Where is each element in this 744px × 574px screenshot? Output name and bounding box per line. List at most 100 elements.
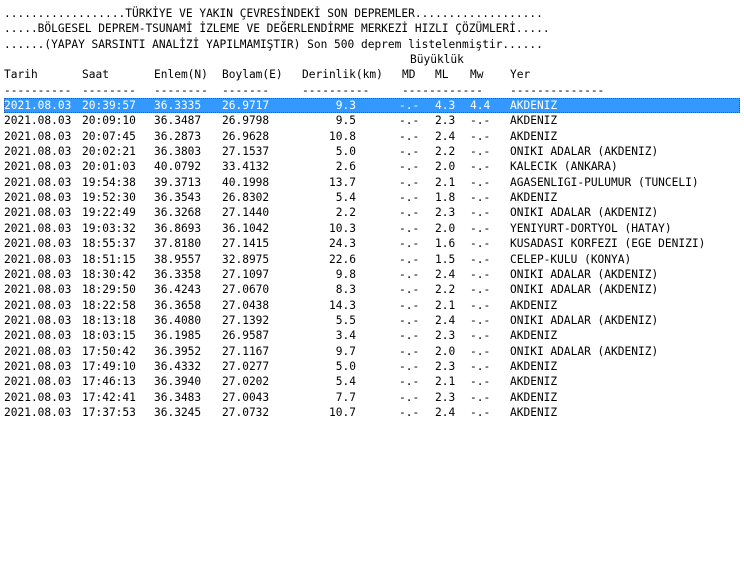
cell-mw: -.-	[470, 206, 491, 220]
cell-ml: 2.2	[435, 145, 456, 159]
cell-md: -.-	[399, 221, 420, 235]
cell-mw: -.-	[470, 237, 491, 251]
table-row[interactable]: 2021.08.03 18:29:50 36.4243 27.0670 8.3 …	[4, 282, 740, 297]
cell-time: 20:02:21	[82, 145, 136, 159]
cell-lon: 27.0277	[222, 359, 270, 373]
cell-lat: 36.3543	[154, 191, 202, 205]
cell-place: AKDENIZ	[510, 390, 558, 404]
table-row[interactable]: 2021.08.03 17:49:10 36.4332 27.0277 5.0 …	[4, 359, 740, 374]
table-row[interactable]: 2021.08.03 18:03:15 36.1985 26.9587 3.4 …	[4, 328, 740, 343]
table-row[interactable]: 2021.08.03 19:54:38 39.3713 40.1998 13.7…	[4, 175, 740, 190]
cell-lon: 26.9798	[222, 114, 270, 128]
table-row-selected[interactable]: 2021.08.03 20:39:57 36.3335 26.9717 9.3 …	[4, 98, 740, 114]
cell-md: -.-	[399, 191, 420, 205]
table-row[interactable]: 2021.08.03 20:07:45 36.2873 26.9628 10.8…	[4, 129, 740, 144]
cell-place: ONIKI ADALAR (AKDENIZ)	[510, 344, 659, 358]
cell-time: 17:42:41	[82, 390, 136, 404]
table-row[interactable]: 2021.08.03 19:03:32 36.8693 36.1042 10.3…	[4, 221, 740, 236]
cell-lon: 36.1042	[222, 221, 270, 235]
col-depth-header: Derinlik(km)	[302, 68, 383, 82]
cell-time: 18:51:15	[82, 252, 136, 266]
column-header-row: Tarih Saat Enlem(N) Boylam(E) Derinlik(k…	[4, 67, 740, 82]
cell-place: ONIKI ADALAR (AKDENIZ)	[510, 145, 659, 159]
table-row[interactable]: 2021.08.03 19:22:49 36.3268 27.1440 2.2 …	[4, 205, 740, 220]
cell-date: 2021.08.03	[4, 206, 72, 220]
cell-mw: -.-	[470, 114, 491, 128]
cell-mw: -.-	[470, 283, 491, 297]
cell-ml: 1.6	[435, 237, 456, 251]
cell-place: ONIKI ADALAR (AKDENIZ)	[510, 206, 659, 220]
table-row[interactable]: 2021.08.03 18:13:18 36.4080 27.1392 5.5 …	[4, 313, 740, 328]
cell-place: AKDENIZ	[510, 298, 558, 312]
cell-ml: 2.3	[435, 206, 456, 220]
cell-lon: 32.8975	[222, 252, 270, 266]
cell-md: -.-	[399, 375, 420, 389]
table-row[interactable]: 2021.08.03 17:46:13 36.3940 27.0202 5.4 …	[4, 374, 740, 389]
cell-place: AKDENIZ	[510, 375, 558, 389]
table-row[interactable]: 2021.08.03 20:02:21 36.3803 27.1537 5.0 …	[4, 144, 740, 159]
cell-depth: 8.3	[335, 283, 356, 297]
cell-mw: -.-	[470, 252, 491, 266]
cell-lat: 36.2873	[154, 129, 202, 143]
cell-date: 2021.08.03	[4, 175, 72, 189]
col-lat-header: Enlem(N)	[154, 68, 208, 82]
cell-time: 19:22:49	[82, 206, 136, 220]
cell-lat: 36.3658	[154, 298, 202, 312]
cell-md: -.-	[399, 206, 420, 220]
cell-lat: 36.4332	[154, 359, 202, 373]
cell-lat: 36.3335	[154, 99, 202, 113]
cell-time: 19:52:30	[82, 191, 136, 205]
table-row[interactable]: 2021.08.03 20:09:10 36.3487 26.9798 9.5 …	[4, 113, 740, 128]
col-place-header: Yer	[510, 68, 531, 82]
cell-mw: -.-	[470, 191, 491, 205]
cell-md: -.-	[399, 114, 420, 128]
table-row[interactable]: 2021.08.03 20:01:03 40.0792 33.4132 2.6 …	[4, 159, 740, 174]
cell-lat: 36.3952	[154, 344, 202, 358]
cell-lon: 27.1097	[222, 267, 270, 281]
cell-place: AKDENIZ	[510, 359, 558, 373]
cell-mw: -.-	[470, 160, 491, 174]
cell-lon: 27.1415	[222, 237, 270, 251]
table-row[interactable]: 2021.08.03 18:51:15 38.9557 32.8975 22.6…	[4, 252, 740, 267]
cell-date: 2021.08.03	[4, 237, 72, 251]
table-row[interactable]: 2021.08.03 17:42:41 36.3483 27.0043 7.7 …	[4, 390, 740, 405]
cell-lon: 27.1440	[222, 206, 270, 220]
cell-depth: 24.3	[329, 237, 356, 251]
cell-lat: 37.8180	[154, 237, 202, 251]
cell-lat: 36.1985	[154, 329, 202, 343]
cell-ml: 2.3	[435, 329, 456, 343]
cell-depth: 9.5	[335, 114, 356, 128]
cell-depth: 9.3	[335, 99, 356, 113]
cell-date: 2021.08.03	[4, 114, 72, 128]
cell-lon: 27.0202	[222, 375, 270, 389]
table-row[interactable]: 2021.08.03 18:22:58 36.3658 27.0438 14.3…	[4, 298, 740, 313]
cell-time: 19:03:32	[82, 221, 136, 235]
cell-ml: 2.0	[435, 344, 456, 358]
cell-mw: -.-	[470, 175, 491, 189]
table-row[interactable]: 2021.08.03 18:30:42 36.3358 27.1097 9.8 …	[4, 267, 740, 282]
cell-lat: 36.3268	[154, 206, 202, 220]
rule-date: ----------	[4, 83, 72, 97]
col-date-header: Tarih	[4, 68, 38, 82]
cell-lon: 26.8302	[222, 191, 270, 205]
cell-depth: 22.6	[329, 252, 356, 266]
cell-lat: 36.3483	[154, 390, 202, 404]
magnitude-group-label: Büyüklük	[410, 53, 464, 67]
cell-depth: 5.0	[335, 145, 356, 159]
table-row[interactable]: 2021.08.03 19:52:30 36.3543 26.8302 5.4 …	[4, 190, 740, 205]
cell-md: -.-	[399, 252, 420, 266]
cell-lon: 40.1998	[222, 175, 270, 189]
cell-depth: 5.4	[335, 191, 356, 205]
cell-lon: 27.0043	[222, 390, 270, 404]
cell-depth: 5.4	[335, 375, 356, 389]
cell-md: -.-	[399, 175, 420, 189]
table-row[interactable]: 2021.08.03 17:50:42 36.3952 27.1167 9.7 …	[4, 344, 740, 359]
cell-md: -.-	[399, 313, 420, 327]
table-row[interactable]: 2021.08.03 18:55:37 37.8180 27.1415 24.3…	[4, 236, 740, 251]
cell-ml: 1.8	[435, 191, 456, 205]
magnitude-group-row: Büyüklük	[4, 52, 740, 67]
cell-mw: -.-	[470, 145, 491, 159]
cell-time: 18:22:58	[82, 298, 136, 312]
cell-date: 2021.08.03	[4, 375, 72, 389]
cell-time: 19:54:38	[82, 175, 136, 189]
